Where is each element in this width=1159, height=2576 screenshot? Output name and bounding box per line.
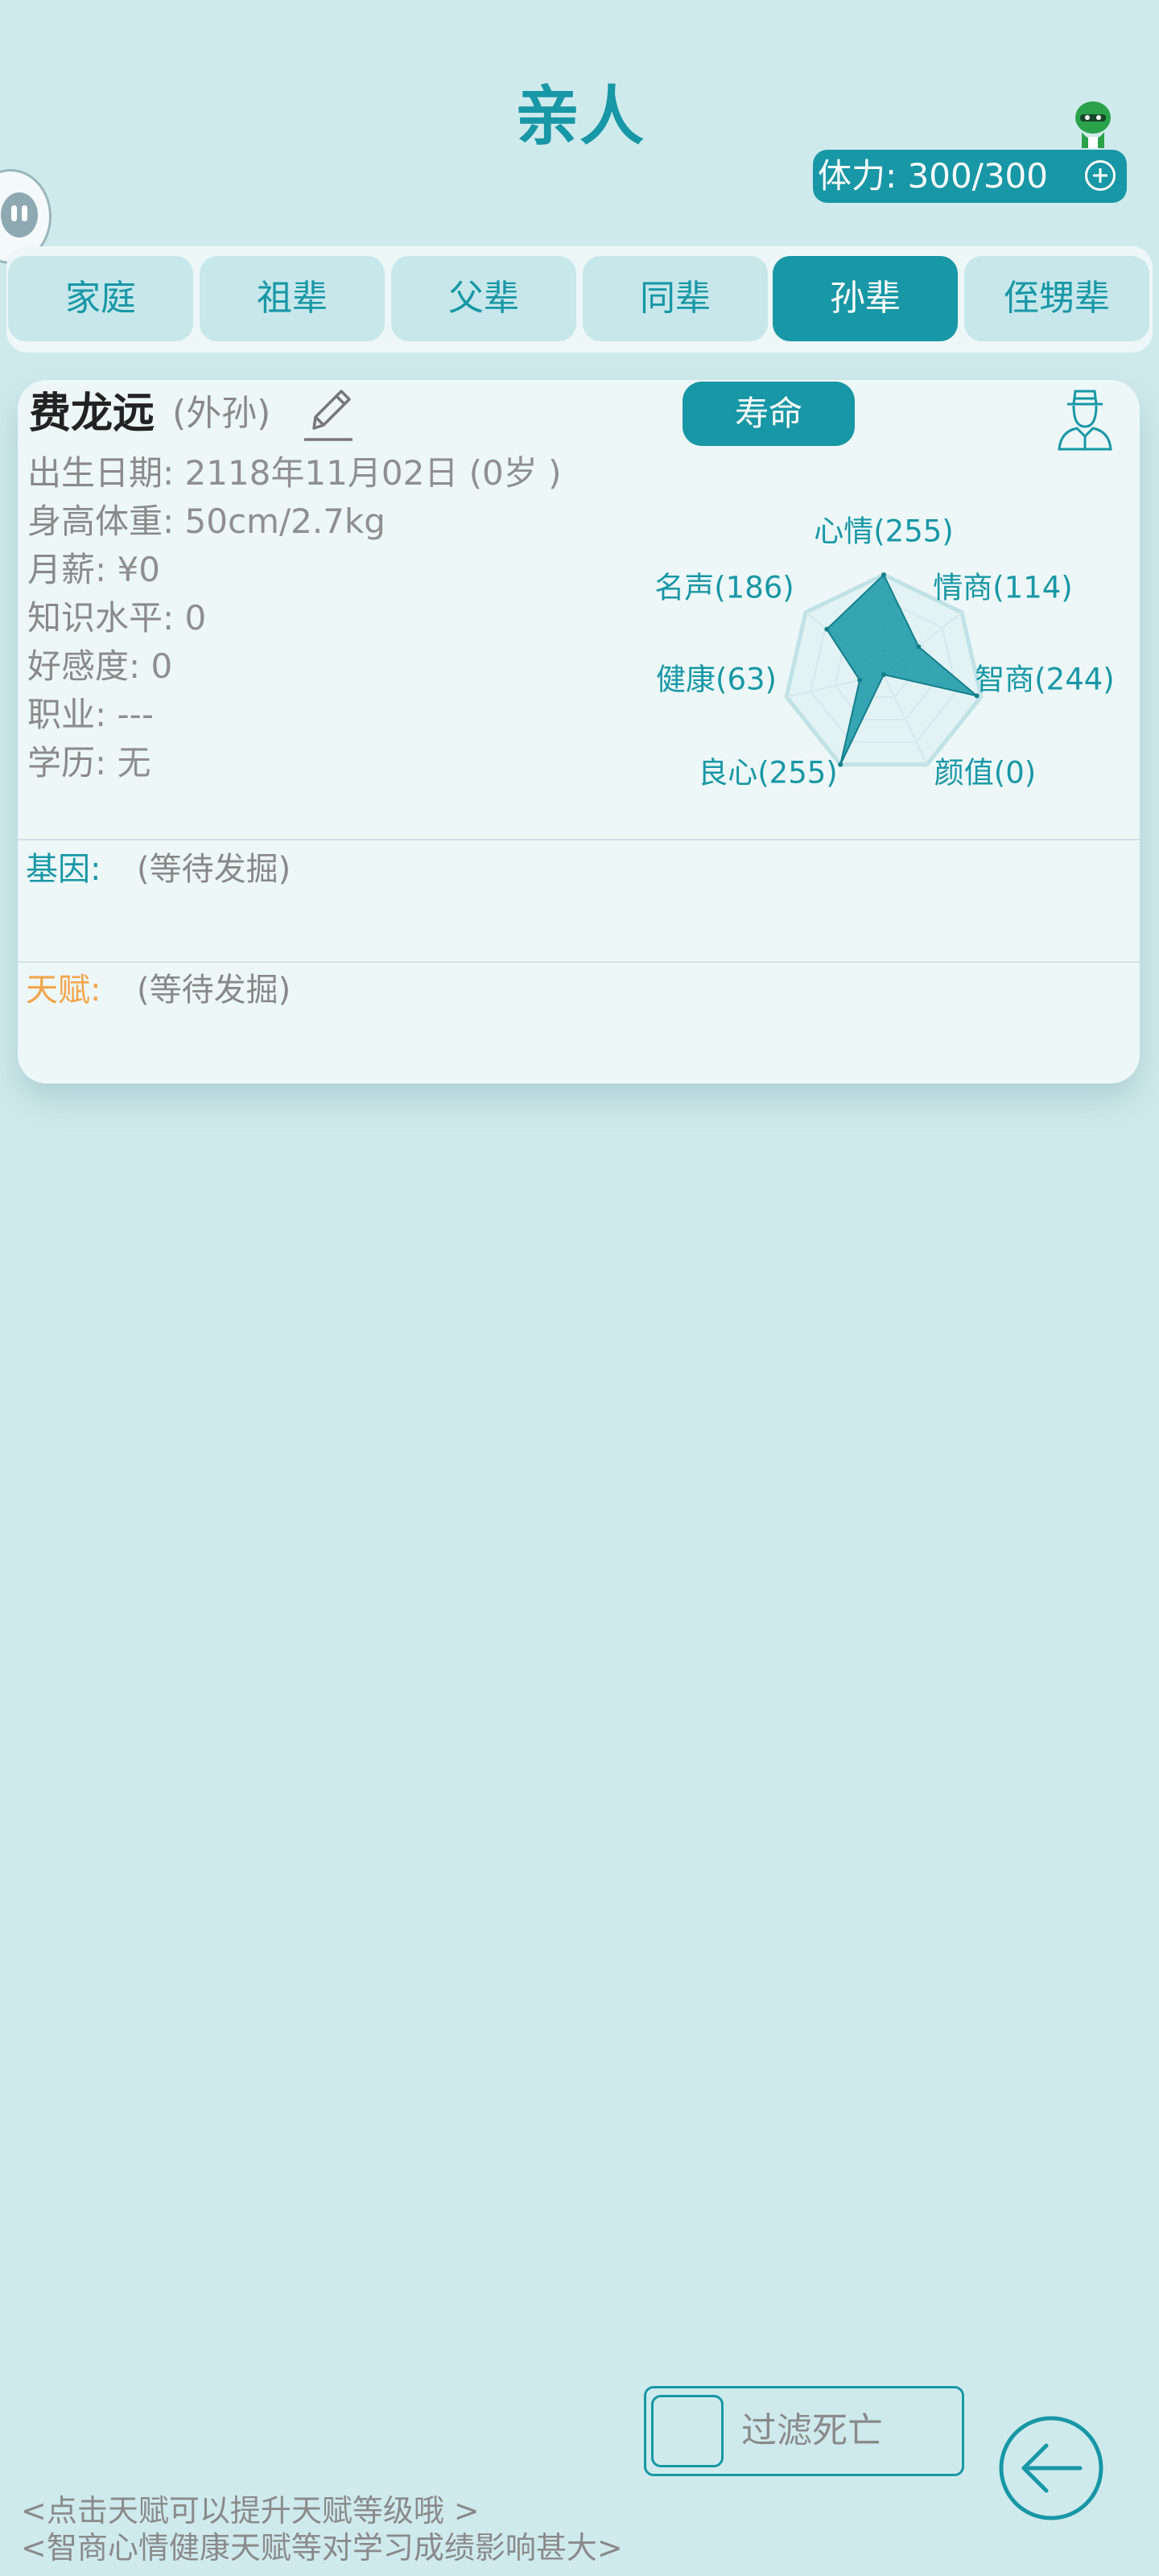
- radar-label-5: 健康(63): [656, 663, 777, 697]
- add-stamina-icon[interactable]: [1085, 160, 1116, 191]
- info-label: 出生日期: [27, 453, 163, 493]
- info-value: : 0: [129, 646, 173, 686]
- radar-label-4: 良心(255): [698, 756, 838, 791]
- radar-point-4: [838, 762, 843, 767]
- gene-value[interactable]: (等待发掘): [137, 845, 291, 894]
- tab-family[interactable]: 家庭: [8, 256, 193, 341]
- info-knowledge: 知识水平: 0: [27, 594, 206, 642]
- tab-nephews[interactable]: 侄甥辈: [964, 256, 1149, 341]
- person-avatar-icon[interactable]: [1056, 388, 1114, 451]
- stamina-badge[interactable]: 体力: 300/300: [813, 150, 1127, 203]
- radar-label-6: 名声(186): [654, 571, 794, 605]
- tab-parents[interactable]: 父辈: [391, 256, 576, 341]
- page-title: 亲人: [515, 79, 644, 154]
- info-education: 学历: 无: [27, 739, 151, 787]
- radar-label-3: 颜值(0): [934, 756, 1036, 791]
- gene-label: 基因:: [26, 851, 101, 888]
- person-relation: (外孙): [172, 393, 271, 434]
- tab-peers[interactable]: 同辈: [583, 256, 768, 341]
- lifespan-button[interactable]: 寿命: [683, 382, 855, 446]
- radar-point-5: [857, 677, 863, 683]
- edit-icon[interactable]: [299, 383, 357, 444]
- info-value: : ¥0: [95, 550, 160, 589]
- radar-label-1: 情商(114): [933, 571, 1073, 605]
- hint-talent: <点击天赋可以提升天赋等级哦 >: [21, 2493, 480, 2529]
- info-label: 知识水平: [27, 598, 163, 638]
- info-height-weight: 身高体重: 50cm/2.7kg: [27, 497, 386, 546]
- radar-point-1: [916, 644, 922, 650]
- talent-value[interactable]: (等待发掘): [137, 966, 291, 1014]
- info-salary: 月薪: ¥0: [27, 546, 160, 594]
- mascot-icon: [1075, 101, 1111, 148]
- info-value: : 无: [95, 743, 151, 782]
- info-value: : 50cm/2.7kg: [163, 502, 386, 541]
- info-value: : ---: [95, 695, 154, 734]
- info-label: 好感度: [27, 646, 130, 686]
- radar-point-3: [881, 672, 886, 677]
- info-label: 学历: [27, 743, 96, 782]
- info-occupation: 职业: ---: [27, 691, 154, 739]
- stamina-text: 体力: 300/300: [818, 156, 1048, 196]
- info-label: 月薪: [27, 550, 96, 589]
- radar-label-2: 智商(244): [975, 663, 1115, 697]
- hint-study: <智商心情健康天赋等对学习成绩影响甚大>: [21, 2530, 623, 2566]
- info-favorability: 好感度: 0: [27, 642, 172, 691]
- filter-dead-toggle[interactable]: 过滤死亡: [644, 2386, 964, 2476]
- info-value: : 0: [163, 598, 207, 638]
- pause-icon: [1, 192, 38, 237]
- talent-label: 天赋:: [26, 972, 101, 1009]
- divider: [18, 961, 1140, 963]
- info-value: : 2118年11月02日 (0岁 ): [163, 453, 562, 493]
- person-name: 费龙远: [29, 390, 155, 438]
- info-label: 身高体重: [27, 502, 163, 541]
- filter-checkbox[interactable]: [651, 2395, 724, 2467]
- tab-grandchildren[interactable]: 孙辈: [773, 256, 958, 341]
- back-arrow-icon[interactable]: [996, 2413, 1106, 2523]
- info-birthdate: 出生日期: 2118年11月02日 (0岁 ): [27, 449, 562, 497]
- radar-point-0: [881, 572, 886, 577]
- radar-label-0: 心情(255): [814, 514, 954, 549]
- attribute-radar-chart: 心情(255) 情商(114) 智商(244) 颜值(0) 良心(255) 健康(63) 名…: [654, 514, 1115, 791]
- generation-tabbar: 家庭 祖辈 父辈 同辈 孙辈 侄甥辈: [6, 246, 1153, 353]
- info-label: 职业: [27, 695, 96, 734]
- divider: [18, 839, 1140, 840]
- tab-grandparents[interactable]: 祖辈: [200, 256, 385, 341]
- filter-label: 过滤死亡: [741, 2410, 883, 2451]
- radar-point-6: [824, 626, 830, 632]
